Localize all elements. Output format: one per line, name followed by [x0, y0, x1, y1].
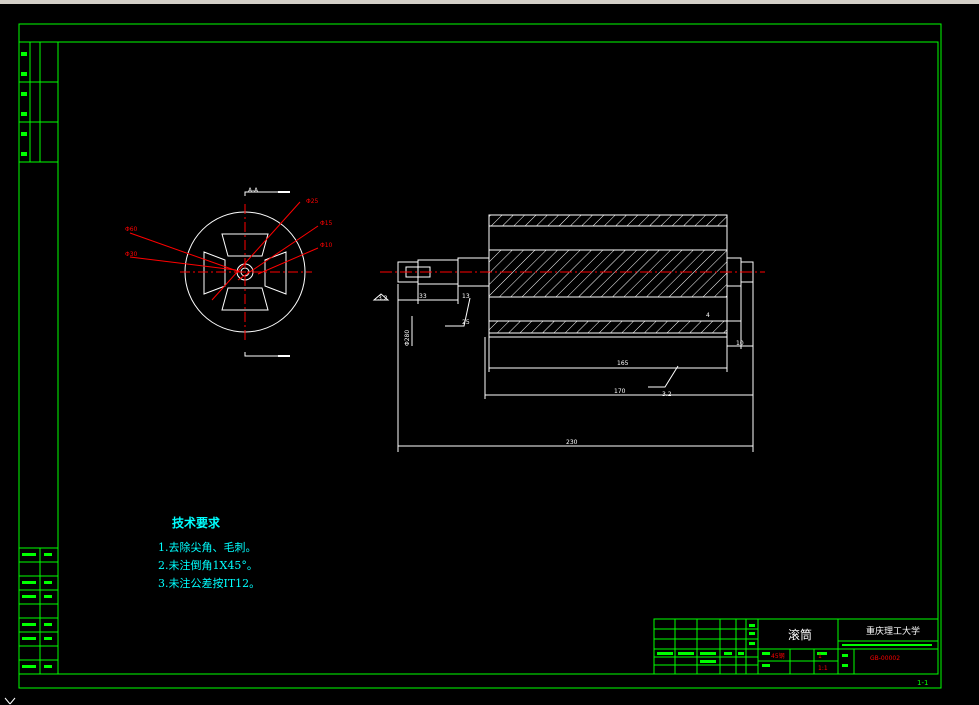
left-lower-strip-text [22, 553, 52, 668]
shaft-view [372, 214, 765, 452]
hatch-top [488, 214, 728, 227]
section-dim-label: Φ10 [320, 242, 333, 249]
section-dim-label: Φ60 [125, 226, 138, 233]
hatch-bottom [488, 320, 728, 334]
part-name: 滚筒 [788, 627, 812, 642]
roughness-label: 25 [462, 319, 470, 326]
left-signature-strip [18, 547, 59, 675]
left-revision-strip [18, 41, 59, 163]
dim-label: 4 [706, 312, 710, 319]
hatch-core [488, 249, 728, 298]
dim-label: Φ280 [404, 330, 411, 346]
drawing-number: GB-00002 [870, 655, 900, 662]
page-number: 1-1 [917, 679, 928, 687]
school-name: 重庆理工大学 [866, 625, 920, 637]
tech-req-item: 1.去除尖角、毛刺。 [158, 541, 257, 554]
section-dim-label: Φ15 [320, 220, 333, 227]
ucs-icon [4, 697, 16, 705]
section-label: A-A [248, 187, 259, 194]
section-dim-label: Φ30 [125, 251, 138, 258]
scale-label: 1:1 [818, 665, 828, 672]
material-label: 45钢 [771, 652, 785, 660]
dim-label: 13 [462, 293, 470, 300]
qty-label: 1 [818, 653, 822, 660]
section-dim-label: Φ25 [306, 198, 319, 205]
dim-label: 230 [566, 439, 578, 446]
cad-drawing-canvas[interactable]: A-A Φ60 Φ30 Φ25 Φ15 Φ10 33 13 4 10 165 1… [0, 4, 979, 705]
tech-req-item: 3.未注公差按IT12。 [158, 577, 261, 590]
dim-label: 165 [617, 360, 629, 367]
section-view [129, 191, 319, 357]
dim-label: 33 [419, 293, 427, 300]
roughness-label: 3.2 [662, 391, 672, 398]
roughness-label: 3.2 [378, 295, 388, 302]
tech-req-title: 技术要求 [172, 516, 221, 530]
tech-req-item: 2.未注倒角1X45°。 [158, 559, 258, 572]
left-strip-text [21, 52, 27, 156]
dim-label: 10 [736, 340, 744, 347]
dim-label: 170 [614, 388, 626, 395]
